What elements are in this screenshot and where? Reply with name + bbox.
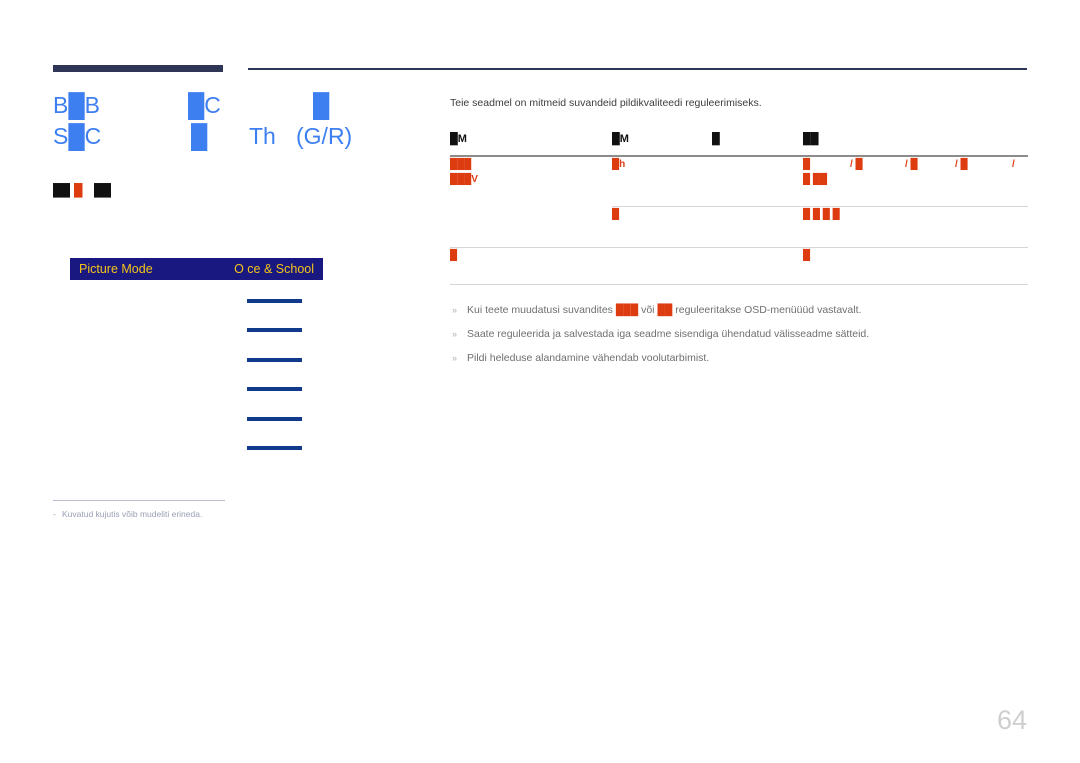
right-column: Teie seadmel on mitmeid suvandeid pildik…: [450, 96, 1028, 375]
note-text-pre: Kui teete muudatusi suvandites: [467, 303, 616, 316]
title-token-4: S█C: [53, 123, 102, 149]
osd-placeholder-bar-6: [247, 446, 302, 450]
table-row: █ █: [450, 248, 1028, 284]
page-title: B█B █C █ S█C █ Th (G/R): [53, 90, 413, 152]
osd-placeholder-bar-5: [247, 417, 302, 421]
table-cell-r2c4: █ █ █ █: [803, 208, 840, 220]
osd-placeholder-bar-1: [247, 299, 302, 303]
title-token-5: █: [191, 123, 208, 149]
table-cell-r1c6: / █: [955, 158, 968, 170]
note-item: » Pildi heleduse alandamine vähendab vool…: [450, 351, 1028, 366]
table-cell-r3c4: █: [803, 249, 811, 261]
breadcrumb-segment-3: ██: [94, 183, 112, 197]
intro-paragraph: Teie seadmel on mitmeid suvandeid pildik…: [450, 97, 762, 109]
table-header-cell-4: ██: [803, 133, 819, 145]
table-cell-r3c1: █: [450, 249, 458, 261]
osd-placeholder-bar-4: [247, 387, 302, 391]
osd-placeholder-rows: [70, 288, 323, 453]
bullet-icon: »: [452, 328, 458, 339]
table-cell-r1c2: █h: [612, 158, 626, 170]
osd-preview: Picture Mode O ce & School: [70, 258, 323, 453]
table-header-cell-2: █M: [612, 133, 629, 145]
table-cell-r1c4: / █: [850, 158, 863, 170]
table-header-cell-1: █M: [450, 133, 467, 145]
osd-placeholder-bar-2: [247, 328, 302, 332]
header-accent-bar: [53, 65, 223, 72]
caption-dash: -: [53, 509, 56, 519]
note-text: Pildi heleduse alandamine vähendab voolu…: [467, 351, 710, 364]
table-cell-r1c5: / █: [905, 158, 918, 170]
figure-caption: - Kuvatud kujutis võib mudeliti erineda.: [53, 508, 202, 520]
table-cell-r2c2: █: [612, 208, 620, 220]
osd-placeholder-bar-3: [247, 358, 302, 362]
page-title-line-1: B█B █C █: [53, 90, 413, 121]
breadcrumb-segment-2: █: [74, 183, 83, 197]
note-text-mid: või: [638, 303, 658, 316]
bullet-icon: »: [452, 304, 458, 315]
title-token-7: (G/R): [296, 123, 353, 149]
note-text-post: reguleeritakse OSD-menüüüd vastavalt.: [672, 303, 862, 316]
caption-text: Kuvatud kujutis võib mudeliti erineda.: [62, 509, 203, 519]
table-header-row: █M █M █ ██: [450, 133, 1028, 155]
table-cell-r1c7: /: [1012, 158, 1015, 170]
notes-list: » Kui teete muudatusi suvandites ███ või …: [450, 303, 1028, 366]
note-item: » Saate reguleerida ja salvestada iga sea…: [450, 327, 1028, 342]
note-highlight-1: ███: [615, 303, 639, 316]
note-text: Saate reguleerida ja salvestada iga sead…: [467, 327, 870, 340]
osd-picture-mode-label: Picture Mode: [79, 262, 153, 276]
note-highlight-2: ██: [657, 303, 673, 316]
title-token-3: █: [313, 92, 330, 118]
title-token-1: B█B: [53, 92, 100, 118]
bullet-icon: »: [452, 352, 458, 363]
osd-picture-mode-value: O ce & School: [234, 262, 314, 276]
table-row: ███ ███V █h █ █ ██ / █ / █ / █ /: [450, 157, 1028, 206]
table-cell-r1c1: ███ ███V: [450, 158, 478, 185]
title-token-6: Th: [249, 123, 276, 149]
breadcrumb-segment-1: ██: [53, 183, 71, 197]
table-cell-r1c3: █ █ ██: [803, 158, 828, 185]
osd-selected-row[interactable]: Picture Mode O ce & School: [70, 258, 323, 280]
table-bottom-rule: [450, 283, 1028, 285]
note-item: » Kui teete muudatusi suvandites ███ või …: [450, 303, 1028, 318]
page-number: 64: [996, 705, 1027, 735]
table-header-cell-3: █: [712, 133, 720, 145]
table-row: █ █ █ █ █: [450, 207, 1028, 247]
title-token-2: █C: [188, 92, 221, 118]
caption-divider: [53, 500, 225, 501]
page-title-line-2: S█C █ Th (G/R): [53, 121, 413, 152]
settings-table: █M █M █ ██ ███ ███V █h █ █ ██ / █ / █ / █ …: [450, 133, 1028, 285]
header-rule: [248, 68, 1027, 70]
left-column: B█B █C █ S█C █ Th (G/R): [53, 90, 413, 152]
